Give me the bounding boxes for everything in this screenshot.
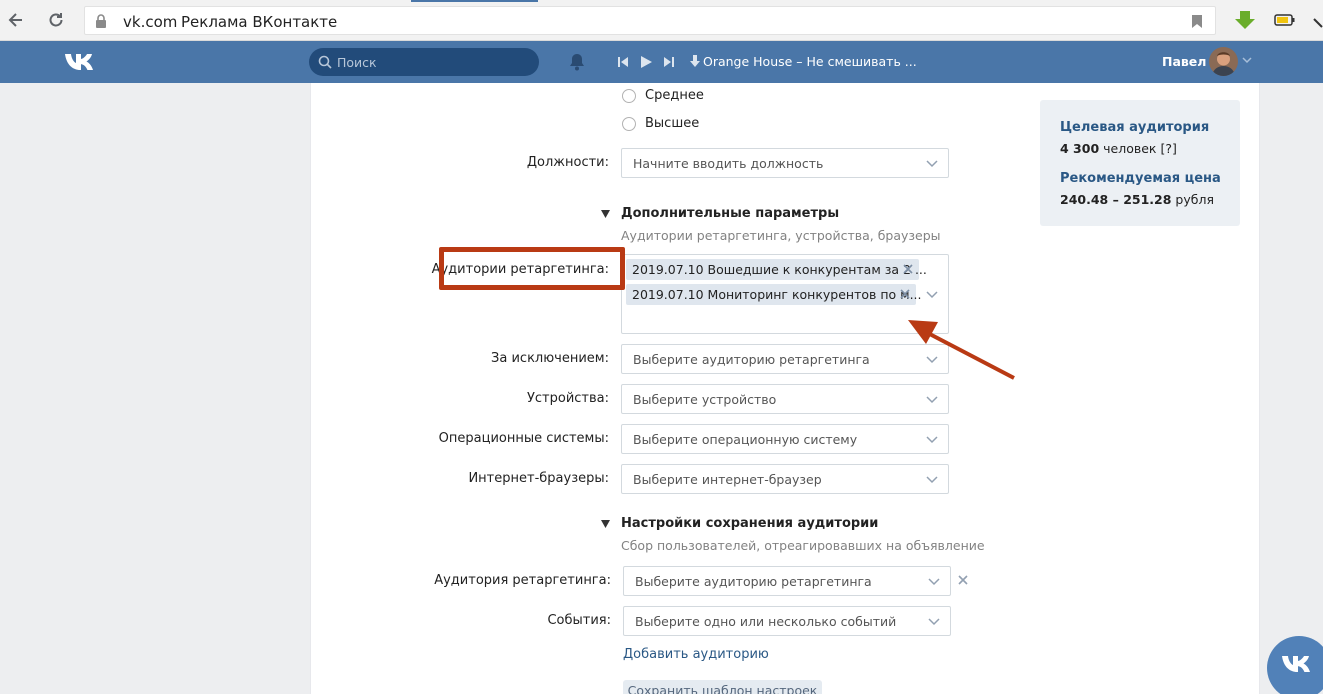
- os-placeholder: Выберите операционную систему: [633, 432, 858, 447]
- address-domain: vk.com: [123, 13, 178, 31]
- os-label: Операционные системы:: [438, 431, 609, 446]
- positions-placeholder: Начните вводить должность: [633, 156, 824, 171]
- browsers-label: Интернет-браузеры:: [468, 471, 609, 486]
- vk-floating-button[interactable]: [1267, 636, 1323, 694]
- devices-select[interactable]: Выберите устройство: [621, 384, 949, 414]
- events-placeholder: Выберите одно или несколько событий: [635, 614, 897, 629]
- events-select[interactable]: Выберите одно или несколько событий: [623, 606, 951, 636]
- radio-education-secondary[interactable]: [622, 89, 636, 103]
- extension-menu-icon[interactable]: [1312, 9, 1323, 31]
- audience-unit: человек: [1103, 141, 1157, 156]
- remove-token-icon[interactable]: [903, 264, 913, 274]
- radio-label-secondary: Среднее: [645, 88, 704, 103]
- vk-header: Orange House – Не смешивать ... Павел: [0, 41, 1323, 83]
- active-tab-indicator: [411, 0, 538, 2]
- target-audience-title: Целевая аудитория: [1060, 120, 1210, 135]
- back-arrow-icon[interactable]: [6, 10, 26, 30]
- devices-label: Устройства:: [526, 391, 609, 406]
- except-label: За исключением:: [491, 351, 609, 366]
- chevron-down-icon: [926, 436, 938, 444]
- audience-summary: Целевая аудитория 4 300 человек [?] Реко…: [1040, 100, 1240, 226]
- vk-logo-icon: [1282, 656, 1310, 672]
- lock-icon: [96, 14, 106, 28]
- devices-placeholder: Выберите устройство: [633, 392, 777, 407]
- positions-select[interactable]: Начните вводить должность: [621, 148, 949, 178]
- search-box[interactable]: [309, 48, 539, 76]
- extra-params-subtitle: Аудитории ретаргетинга, устройства, брау…: [621, 228, 941, 243]
- add-audience-link[interactable]: Добавить аудиторию: [623, 647, 769, 662]
- recommended-price-value: 240.48 – 251.28 рубля: [1060, 192, 1214, 207]
- annotation-arrow: [908, 320, 1015, 380]
- address-bar[interactable]: vk.com Реклама ВКонтакте: [84, 6, 1216, 35]
- target-audience-value: 4 300 человек [?]: [1060, 141, 1177, 156]
- save-audience-select[interactable]: Выберите аудиторию ретаргетинга: [623, 566, 951, 596]
- save-audience-subtitle: Сбор пользователей, отреагировавших на о…: [621, 538, 985, 553]
- token-label: 2019.07.10 Вошедшие к конкурентам за 2 .…: [632, 262, 927, 277]
- vk-logo-icon[interactable]: [64, 52, 98, 72]
- save-audience-title[interactable]: Настройки сохранения аудитории: [621, 516, 878, 531]
- browser-toolbar: vk.com Реклама ВКонтакте: [0, 0, 1323, 41]
- retargeting-token: 2019.07.10 Вошедшие к конкурентам за 2 .…: [626, 259, 927, 280]
- audience-count: 4 300: [1060, 141, 1100, 156]
- reload-icon[interactable]: [46, 10, 66, 30]
- price-range: 240.48 – 251.28: [1060, 192, 1172, 207]
- download-track-icon[interactable]: [690, 55, 700, 67]
- chevron-down-icon[interactable]: [926, 291, 938, 299]
- collapse-triangle-icon[interactable]: [601, 520, 610, 528]
- chevron-down-icon: [926, 160, 938, 168]
- next-track-icon[interactable]: [663, 55, 675, 69]
- track-title: Orange House – Не смешивать ...: [703, 54, 917, 69]
- audience-help[interactable]: [?]: [1160, 141, 1176, 156]
- remove-audience-icon[interactable]: [958, 575, 968, 585]
- user-name[interactable]: Павел: [1162, 54, 1206, 69]
- play-icon[interactable]: [639, 55, 653, 69]
- search-icon: [318, 55, 332, 69]
- download-extension-icon[interactable]: [1233, 9, 1257, 31]
- chevron-down-icon[interactable]: [1242, 55, 1252, 65]
- battery-extension-icon[interactable]: [1273, 9, 1297, 31]
- chevron-down-icon: [928, 618, 940, 626]
- radio-education-higher[interactable]: [622, 117, 636, 131]
- save-template-button[interactable]: Сохранить шаблон настроек: [623, 680, 822, 694]
- token-label: 2019.07.10 Мониторинг конкурентов по м..…: [632, 287, 922, 302]
- radio-label-higher: Высшее: [645, 116, 700, 131]
- except-placeholder: Выберите аудиторию ретаргетинга: [633, 352, 870, 367]
- os-select[interactable]: Выберите операционную систему: [621, 424, 949, 454]
- save-audience-label: Аудитория ретаргетинга:: [434, 573, 611, 588]
- events-label: События:: [547, 613, 611, 628]
- address-page-title: Реклама ВКонтакте: [181, 13, 338, 31]
- extra-params-title[interactable]: Дополнительные параметры: [621, 206, 839, 221]
- chevron-down-icon: [926, 396, 938, 404]
- previous-track-icon[interactable]: [617, 55, 629, 69]
- price-unit: рубля: [1175, 192, 1214, 207]
- browsers-placeholder: Выберите интернет-браузер: [633, 472, 822, 487]
- now-playing[interactable]: Orange House – Не смешивать ...: [690, 54, 917, 69]
- chevron-down-icon: [928, 578, 940, 586]
- remove-token-icon[interactable]: [900, 289, 910, 299]
- collapse-triangle-icon[interactable]: [601, 210, 610, 218]
- positions-label: Должности:: [526, 155, 609, 170]
- retargeting-token: 2019.07.10 Мониторинг конкурентов по м..…: [626, 284, 922, 305]
- browsers-select[interactable]: Выберите интернет-браузер: [621, 464, 949, 494]
- notifications-bell-icon[interactable]: [567, 52, 587, 72]
- chevron-down-icon: [926, 476, 938, 484]
- save-audience-placeholder: Выберите аудиторию ретаргетинга: [635, 574, 872, 589]
- recommended-price-title: Рекомендуемая цена: [1060, 171, 1221, 186]
- avatar[interactable]: [1209, 47, 1238, 76]
- search-input[interactable]: [337, 48, 533, 76]
- highlight-box: [439, 247, 625, 290]
- bookmark-icon[interactable]: [1191, 14, 1203, 29]
